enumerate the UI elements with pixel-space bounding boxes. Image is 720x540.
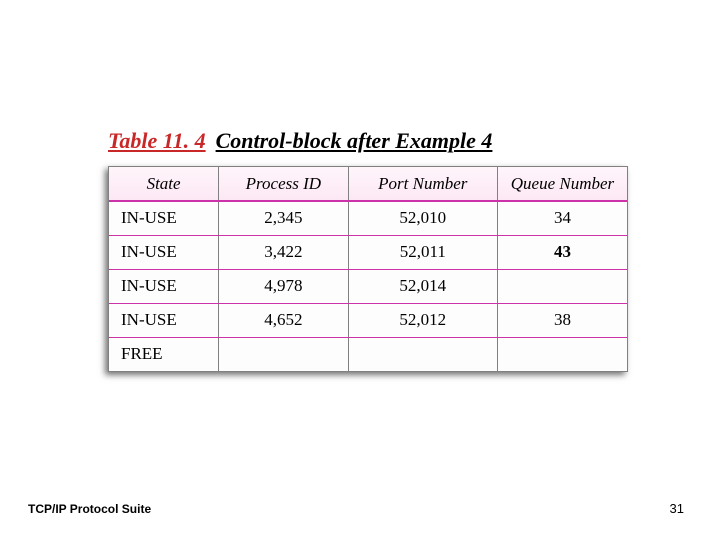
- table-ref: Table 11. 4: [108, 128, 206, 153]
- cell-pid: 4,652: [219, 303, 348, 337]
- cell-state: IN-USE: [109, 235, 219, 269]
- cell-state: FREE: [109, 337, 219, 371]
- footer-title: TCP/IP Protocol Suite: [28, 502, 151, 516]
- cell-state: IN-USE: [109, 303, 219, 337]
- col-header-queue: Queue Number: [497, 167, 627, 201]
- col-header-port: Port Number: [348, 167, 497, 201]
- table-row: IN-USE4,65252,01238: [109, 303, 627, 337]
- cell-pid: 3,422: [219, 235, 348, 269]
- cell-queue: [497, 269, 627, 303]
- table-row: IN-USE4,97852,014: [109, 269, 627, 303]
- control-block-table: State Process ID Port Number Queue Numbe…: [108, 166, 628, 372]
- table-body: IN-USE2,34552,01034IN-USE3,42252,01143IN…: [109, 201, 627, 371]
- table-row: FREE: [109, 337, 627, 371]
- cell-queue: 34: [497, 201, 627, 235]
- table-header-row: State Process ID Port Number Queue Numbe…: [109, 167, 627, 201]
- table: State Process ID Port Number Queue Numbe…: [109, 167, 627, 371]
- cell-port: 52,014: [348, 269, 497, 303]
- cell-queue: 43: [497, 235, 627, 269]
- col-header-pid: Process ID: [219, 167, 348, 201]
- table-title: Control-block after Example 4: [216, 128, 493, 153]
- table-row: IN-USE3,42252,01143: [109, 235, 627, 269]
- cell-port: 52,012: [348, 303, 497, 337]
- cell-port: [348, 337, 497, 371]
- cell-state: IN-USE: [109, 201, 219, 235]
- cell-state: IN-USE: [109, 269, 219, 303]
- cell-pid: [219, 337, 348, 371]
- cell-pid: 4,978: [219, 269, 348, 303]
- cell-port: 52,011: [348, 235, 497, 269]
- table-row: IN-USE2,34552,01034: [109, 201, 627, 235]
- cell-pid: 2,345: [219, 201, 348, 235]
- cell-port: 52,010: [348, 201, 497, 235]
- slide: Table 11. 4 Control-block after Example 4…: [0, 0, 720, 540]
- cell-queue: 38: [497, 303, 627, 337]
- col-header-state: State: [109, 167, 219, 201]
- cell-queue: [497, 337, 627, 371]
- page-number: 31: [670, 501, 684, 516]
- table-caption: Table 11. 4 Control-block after Example 4: [108, 128, 492, 154]
